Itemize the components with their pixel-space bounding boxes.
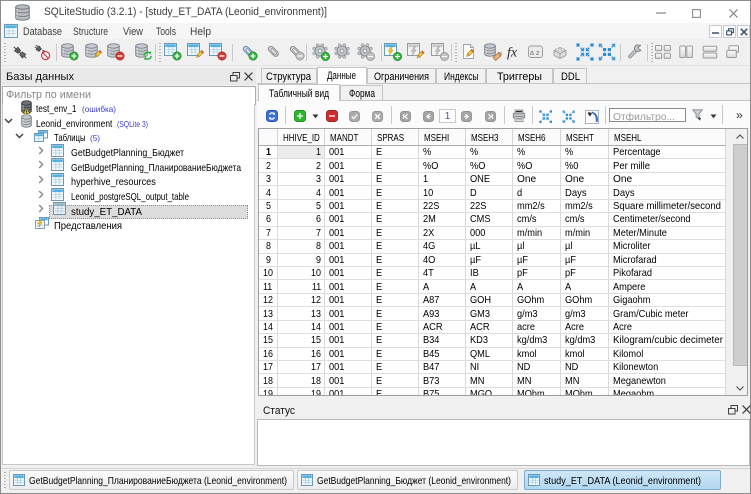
svg-text:fx: fx <box>507 46 518 61</box>
svg-text:z: z <box>536 50 540 57</box>
svg-text:a: a <box>530 50 534 57</box>
